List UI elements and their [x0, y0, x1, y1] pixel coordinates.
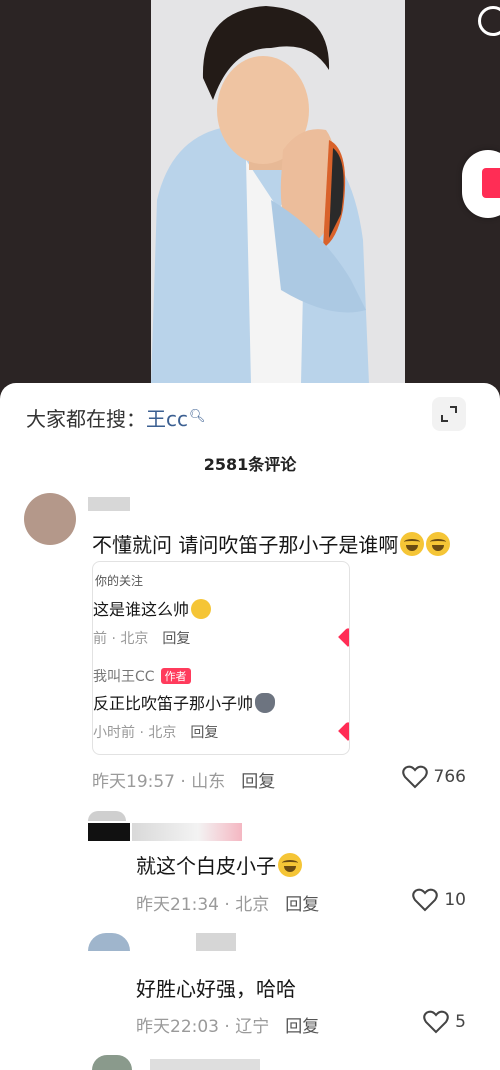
quoted-comment-screenshot: 你的关注 这是谁这么帅 前 · 北京 回复 我叫王CC 作者 反正比吹笛子那小子帅 …: [92, 561, 350, 755]
heart-icon: [338, 627, 349, 647]
comment-location: 辽宁: [235, 1017, 270, 1037]
author-badge: 作者: [160, 668, 191, 684]
quote-reply: 回复: [190, 725, 219, 741]
quote-time: 前: [93, 631, 107, 647]
heart-outline-icon: [423, 1010, 449, 1034]
quote-line-text: 这是谁这么帅: [93, 600, 190, 619]
like-count: 766: [433, 767, 466, 787]
username-blurred[interactable]: [132, 823, 242, 841]
like-count: 10: [444, 890, 466, 910]
video-frame-image: [151, 0, 405, 384]
avatar[interactable]: [88, 811, 126, 821]
comment-time: 昨天22:03: [136, 1017, 219, 1037]
grin-emoji-icon: [400, 532, 425, 556]
avatar[interactable]: [88, 933, 130, 951]
grin-emoji-icon: [426, 532, 451, 556]
comment-time: 昨天21:34: [136, 895, 219, 915]
comment-sheet: 大家都在搜：王cc🔍︎ 2581条评论 不懂就问 请问吹笛子那小子是谁啊 你的关…: [0, 383, 500, 1070]
search-prefix: 大家都在搜：: [26, 407, 146, 431]
quote-line: 这是谁这么帅: [93, 596, 212, 620]
username-blurred[interactable]: [150, 1059, 260, 1070]
like-button[interactable]: 5: [423, 1010, 466, 1034]
comment-text-content: 不懂就问 请问吹笛子那小子是谁啊: [92, 533, 399, 557]
avatar[interactable]: [24, 493, 76, 545]
close-icon[interactable]: [478, 6, 500, 36]
comment-count: 2581条评论: [203, 455, 297, 474]
following-tag: 你的关注: [95, 574, 144, 588]
quote-line: 反正比吹笛子那小子帅: [93, 690, 276, 714]
username-blurred[interactable]: [196, 933, 236, 951]
comment-location: 北京: [235, 895, 270, 915]
thinking-emoji-icon: [191, 599, 212, 619]
quote-meta: 前 · 北京 回复: [93, 631, 191, 647]
quote-time: 小时前: [93, 725, 135, 741]
quote-location: 北京: [148, 725, 177, 741]
quote-line-text: 反正比吹笛子那小子帅: [93, 694, 254, 713]
red-packet-icon[interactable]: [462, 150, 500, 218]
expand-arrows-icon: [441, 406, 457, 422]
quote-reply: 回复: [162, 631, 191, 647]
comment-text: 好胜心好强，哈哈: [136, 977, 296, 1001]
heart-outline-icon: [412, 888, 439, 912]
comment-text: 不懂就问 请问吹笛子那小子是谁啊: [92, 529, 451, 558]
quote-location: 北京: [120, 631, 149, 647]
search-keyword[interactable]: 王cc: [146, 407, 188, 431]
like-count: 5: [455, 1012, 466, 1032]
like-button[interactable]: 10: [412, 888, 466, 912]
username-blurred[interactable]: [88, 497, 130, 511]
comment-meta: 昨天21:34 · 北京 回复: [136, 895, 320, 915]
video-player[interactable]: [0, 0, 500, 400]
laugh-cry-emoji-icon: [278, 853, 302, 877]
comment-meta: 昨天19:57 · 山东 回复: [92, 772, 276, 792]
reply-button[interactable]: 回复: [285, 1017, 319, 1037]
quote-meta: 小时前 · 北京 回复: [93, 725, 219, 741]
username-blurred[interactable]: [88, 823, 130, 841]
quote-username-text: 我叫王CC: [93, 669, 155, 685]
reply-button[interactable]: 回复: [241, 772, 275, 792]
man-playing-flute-illustration: [151, 0, 405, 384]
like-button[interactable]: 766: [401, 765, 466, 789]
cat-emoji-icon: [255, 693, 276, 713]
search-suggestion[interactable]: 大家都在搜：王cc🔍︎: [26, 403, 206, 432]
search-icon: 🔍︎: [189, 409, 206, 424]
comment-text: 就这个白皮小子: [136, 850, 302, 879]
comment-text-content: 就这个白皮小子: [136, 854, 276, 878]
comment-location: 山东: [191, 772, 226, 792]
comment-meta: 昨天22:03 · 辽宁 回复: [136, 1017, 320, 1037]
heart-icon: [338, 721, 349, 741]
comment-time: 昨天19:57: [92, 772, 175, 792]
avatar[interactable]: [92, 1055, 132, 1070]
expand-icon[interactable]: [432, 397, 466, 431]
reply-button[interactable]: 回复: [285, 895, 319, 915]
quote-username: 我叫王CC 作者: [93, 666, 191, 686]
heart-outline-icon: [401, 765, 428, 789]
